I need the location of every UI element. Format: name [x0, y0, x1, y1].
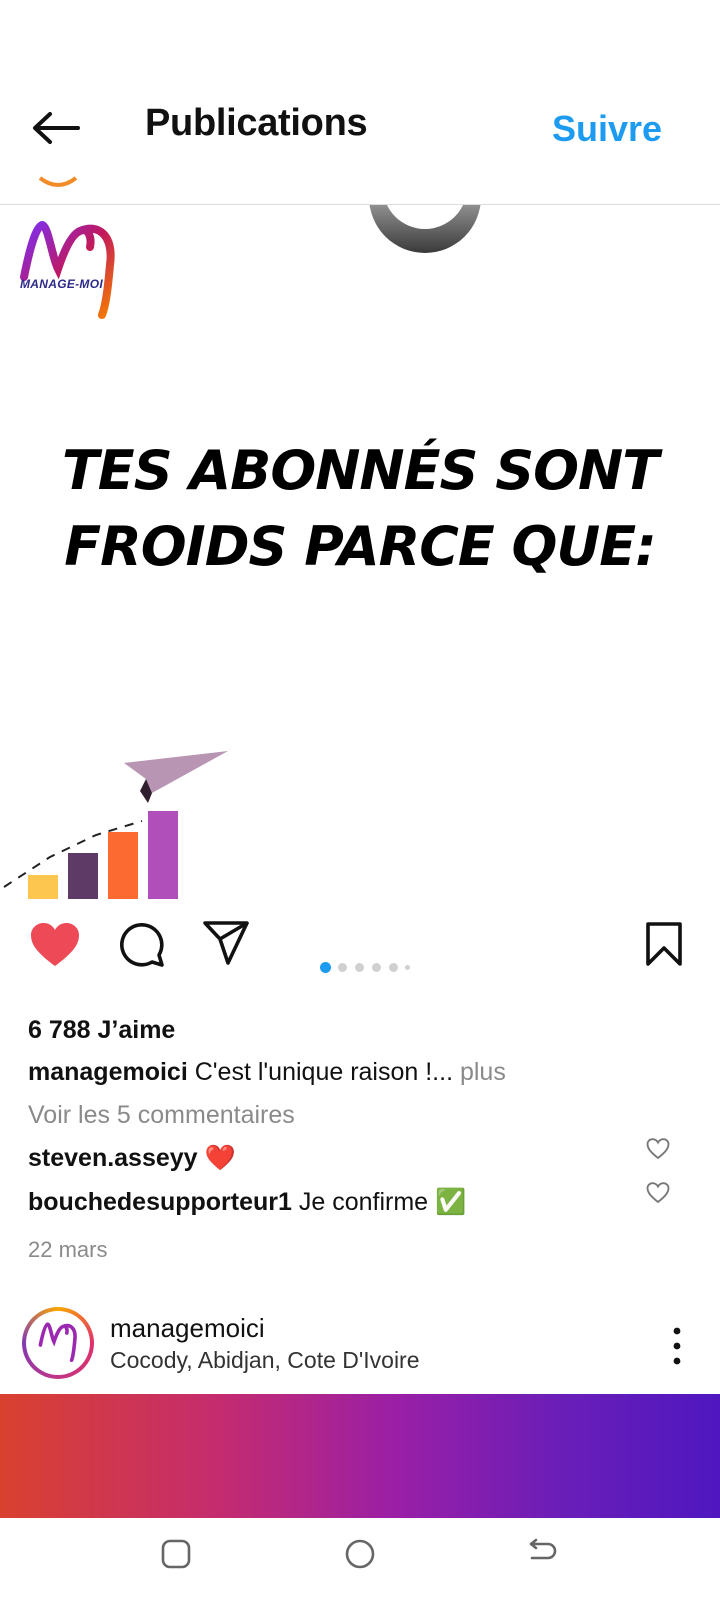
follow-button[interactable]: Suivre [552, 108, 662, 150]
caption-username[interactable]: managemoici [28, 1058, 188, 1086]
caption[interactable]: managemoici C'est l'unique raison !... p… [28, 1058, 506, 1087]
paper-plane-shape [124, 751, 228, 793]
square-icon[interactable] [160, 1538, 192, 1570]
carousel-dot-active [320, 962, 331, 973]
next-post-image[interactable] [0, 1394, 720, 1518]
caption-text: C'est l'unique raison !... [187, 1058, 454, 1086]
caption-more-link[interactable]: plus [453, 1058, 506, 1086]
bar-4 [148, 811, 178, 899]
next-post-location[interactable]: Cocody, Abidjan, Cote D'Ivoire [110, 1347, 420, 1374]
post-date: 22 mars [28, 1237, 108, 1262]
carousel-dot [338, 963, 347, 972]
previous-post-peek [38, 176, 78, 187]
top-bar: Publications Suivre [0, 0, 720, 205]
view-comments-link[interactable]: Voir les 5 commentaires [28, 1101, 295, 1130]
comment-username[interactable]: steven.asseyy [28, 1144, 198, 1172]
page-title: Publications [145, 102, 368, 144]
logo-text: MANAGE-MOI [20, 277, 103, 291]
arrow-left-icon[interactable] [30, 108, 82, 148]
comment-text: Je confirme ✅ [291, 1188, 467, 1216]
bookmark-icon[interactable] [644, 920, 684, 968]
comment-text: ❤️ [197, 1144, 236, 1172]
post-image[interactable]: MANAGE-MOI TES ABONNÉS SONT FROIDS PARCE… [0, 205, 720, 930]
carousel-dot [355, 963, 364, 972]
comment-username[interactable]: bouchedesupporteur1 [28, 1188, 292, 1216]
headline-line-2: FROIDS PARCE QUE: [64, 515, 657, 578]
headline-line-1: TES ABONNÉS SONT [61, 439, 659, 502]
headline: TES ABONNÉS SONT FROIDS PARCE QUE: [0, 433, 720, 585]
bar-3 [108, 832, 138, 899]
heart-filled-icon[interactable] [30, 922, 80, 968]
heart-outline-icon[interactable] [646, 1182, 670, 1204]
heart-outline-icon[interactable] [646, 1138, 670, 1160]
bar-1 [28, 875, 58, 899]
carousel-dot [405, 965, 410, 970]
brand-logo-small [38, 1322, 77, 1362]
back-arrow-icon[interactable] [526, 1538, 558, 1570]
carousel-dot [372, 963, 381, 972]
like-count[interactable]: 6 788 J’aime [28, 1016, 175, 1045]
avatar[interactable] [22, 1307, 94, 1379]
circle-icon[interactable] [344, 1538, 376, 1570]
growth-illustration [3, 751, 228, 899]
system-nav-bar [0, 1518, 720, 1612]
comment-row: steven.asseyy ❤️ [28, 1144, 236, 1173]
decorative-ring [369, 205, 481, 253]
bar-2 [68, 853, 98, 899]
paper-plane-icon[interactable] [202, 920, 250, 966]
carousel-dot [389, 963, 398, 972]
comment-row: bouchedesupporteur1 Je confirme ✅ [28, 1188, 466, 1217]
next-post-username[interactable]: managemoici [110, 1313, 265, 1344]
avatar-image [26, 1311, 90, 1375]
brand-logo [20, 220, 115, 319]
vertical-dots-icon[interactable] [672, 1326, 682, 1366]
comment-bubble-icon[interactable] [117, 920, 165, 968]
